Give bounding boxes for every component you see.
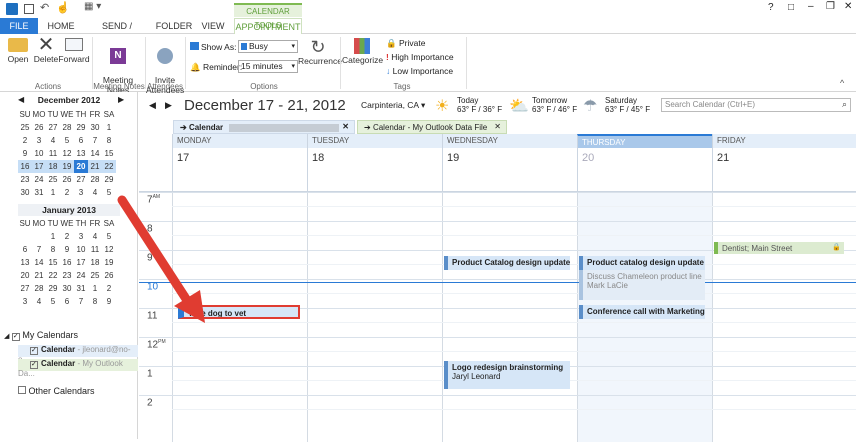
annotation-arrow: [117, 195, 205, 323]
